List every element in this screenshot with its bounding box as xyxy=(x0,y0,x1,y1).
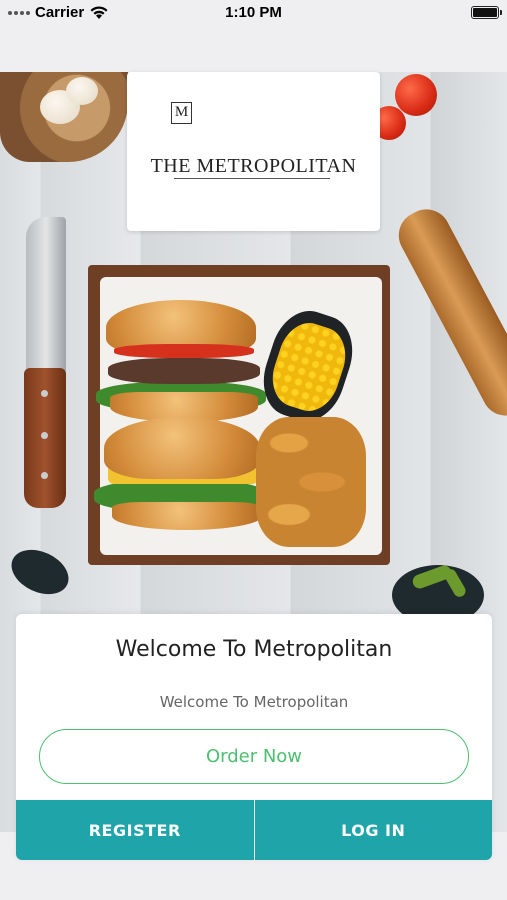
auth-button-row: REGISTER LOG IN xyxy=(16,800,492,860)
burger-patty xyxy=(108,358,260,384)
login-button[interactable]: LOG IN xyxy=(254,800,492,860)
garlic-clove xyxy=(66,77,98,105)
brand-underline xyxy=(174,178,330,179)
burger-bun-bottom xyxy=(112,502,262,530)
burger-bun xyxy=(104,417,260,479)
order-now-button[interactable]: Order Now xyxy=(39,729,469,784)
welcome-card: Welcome To Metropolitan Welcome To Metro… xyxy=(16,614,492,860)
welcome-subtitle: Welcome To Metropolitan xyxy=(159,693,349,711)
tomato-slice xyxy=(114,344,254,358)
spoon xyxy=(4,541,76,603)
brand-logo-card: M THE METROPOLITAN xyxy=(127,72,380,231)
register-button[interactable]: REGISTER xyxy=(16,800,254,860)
tomato xyxy=(395,74,437,116)
status-time: 1:10 PM xyxy=(225,4,282,21)
potato-wedges xyxy=(256,417,366,547)
status-bar: Carrier 1:10 PM xyxy=(0,0,507,28)
pepper-grinder xyxy=(390,200,507,425)
brand-monogram: M xyxy=(171,102,192,124)
brand-name: THE METROPOLITAN xyxy=(150,155,357,177)
knife-rivet xyxy=(41,432,48,439)
welcome-title: Welcome To Metropolitan xyxy=(115,637,393,662)
knife-rivet xyxy=(41,472,48,479)
knife-blade xyxy=(26,217,66,372)
battery-icon xyxy=(471,6,502,19)
knife-rivet xyxy=(41,390,48,397)
